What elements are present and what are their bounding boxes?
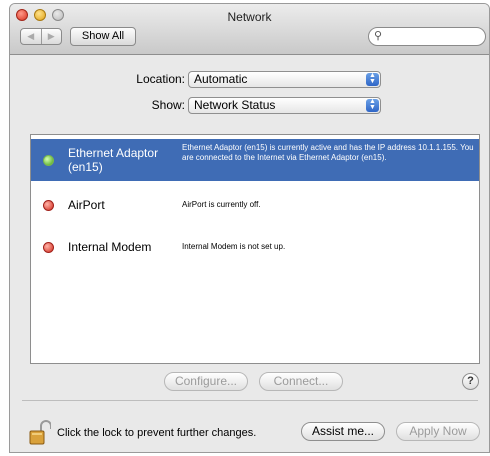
forward-arrow-icon[interactable]: ▶	[40, 29, 62, 44]
divider	[22, 400, 478, 401]
status-green-icon	[43, 155, 54, 166]
assist-me-button[interactable]: Assist me...	[301, 422, 385, 441]
service-name: Ethernet Adaptor (en15)	[68, 146, 159, 174]
location-label: Location:	[136, 72, 185, 86]
window-title: Network	[227, 10, 272, 24]
lock-open-icon[interactable]	[29, 420, 51, 446]
lock-message: Click the lock to prevent further change…	[57, 427, 257, 439]
show-popup[interactable]: Network Status ▲ ▼	[188, 97, 381, 114]
show-value: Network Status	[194, 98, 276, 112]
service-description: AirPort is currently off.	[182, 200, 261, 209]
popup-arrows-icon: ▲ ▼	[366, 98, 379, 112]
status-red-icon	[43, 200, 54, 211]
apply-now-button[interactable]: Apply Now	[396, 422, 480, 441]
help-button[interactable]: ?	[462, 373, 479, 390]
location-value: Automatic	[194, 72, 248, 86]
search-icon: ⚲	[374, 30, 383, 42]
status-red-icon	[43, 242, 54, 253]
network-preferences-window: Network ◀ ▶ Show All ⚲ Location: Automat…	[9, 3, 490, 453]
show-all-button[interactable]: Show All	[70, 27, 136, 46]
back-forward-buttons: ◀ ▶	[20, 28, 62, 45]
list-item-internal-modem[interactable]: Internal Modem Internal Modem is not set…	[31, 227, 479, 269]
search-field[interactable]: ⚲	[368, 27, 486, 46]
service-name: Internal Modem	[68, 240, 152, 254]
list-item-airport[interactable]: AirPort AirPort is currently off.	[31, 185, 479, 227]
connect-button[interactable]: Connect...	[259, 372, 343, 391]
service-description: Internal Modem is not set up.	[182, 242, 286, 251]
network-status-list: Ethernet Adaptor (en15) Ethernet Adaptor…	[30, 134, 480, 364]
popup-arrows-icon: ▲ ▼	[366, 72, 379, 86]
show-label: Show:	[151, 98, 185, 112]
search-input[interactable]	[387, 29, 483, 43]
title-bar: Network ◀ ▶ Show All ⚲	[10, 4, 489, 55]
service-name: AirPort	[68, 198, 105, 212]
back-arrow-icon[interactable]: ◀	[21, 29, 41, 44]
service-description: Ethernet Adaptor (en15) is currently act…	[182, 143, 474, 162]
configure-button[interactable]: Configure...	[164, 372, 248, 391]
list-item-ethernet-adaptor[interactable]: Ethernet Adaptor (en15) Ethernet Adaptor…	[31, 139, 479, 181]
location-popup[interactable]: Automatic ▲ ▼	[188, 71, 381, 88]
